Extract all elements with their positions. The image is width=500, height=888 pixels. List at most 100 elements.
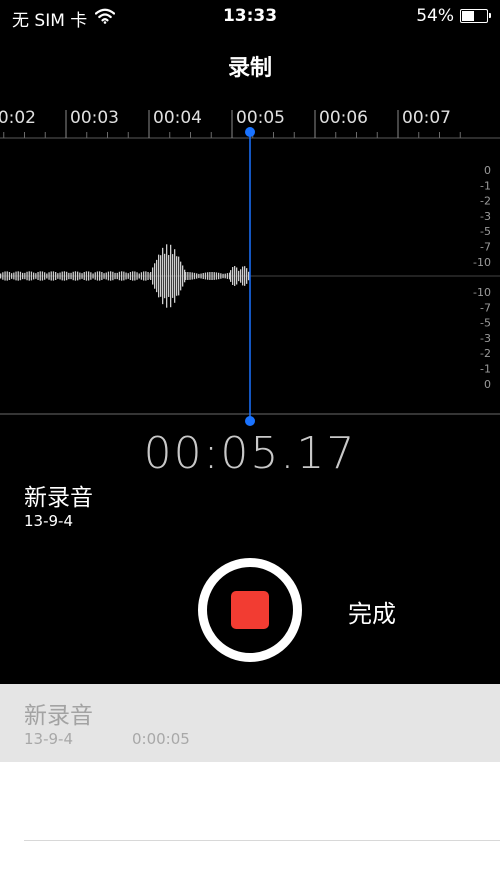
list-item-name: 新录音 bbox=[24, 703, 93, 729]
waveform-bar bbox=[185, 272, 187, 280]
waveform-bar bbox=[57, 273, 59, 279]
waveform-bar bbox=[140, 272, 143, 280]
waveform-bar bbox=[209, 272, 211, 280]
status-bar: 无 SIM 卡 13:33 54% bbox=[0, 0, 500, 34]
waveform-bar bbox=[152, 267, 154, 285]
waveform-bar bbox=[63, 271, 66, 281]
level-scale-label: 0 bbox=[484, 164, 491, 177]
waveform-bar bbox=[246, 268, 248, 284]
timeline-tick-label: 00:04 bbox=[153, 108, 202, 128]
waveform-bar bbox=[230, 270, 232, 282]
waveform-bar bbox=[61, 271, 63, 281]
waveform-bar bbox=[81, 273, 83, 279]
waveform-bar bbox=[232, 267, 234, 285]
waveform-bar bbox=[156, 259, 158, 293]
waveform-bar bbox=[118, 271, 121, 281]
waveform-bar bbox=[99, 271, 101, 281]
timeline-labels: 00:02 00:03 00:04 00:05 00:06 00:07 bbox=[0, 108, 451, 128]
waveform-bar bbox=[123, 271, 125, 281]
waveform-bar bbox=[37, 272, 39, 280]
waveform-bar bbox=[125, 272, 127, 280]
recordings-list: 新录音 13-9-4 0:00:05 bbox=[0, 684, 500, 888]
waveform-bar bbox=[33, 272, 35, 280]
waveform-bar bbox=[168, 255, 170, 297]
waveform-bar bbox=[30, 271, 33, 281]
page-title: 录制 bbox=[227, 56, 272, 81]
waveform-bar bbox=[180, 261, 182, 291]
waveform-bar bbox=[96, 271, 99, 281]
waveform-bar bbox=[83, 272, 85, 280]
playhead-top-handle[interactable] bbox=[245, 127, 255, 137]
waveform-bar bbox=[187, 272, 189, 280]
battery-level-fill bbox=[462, 11, 474, 21]
waveform-bar bbox=[129, 272, 132, 280]
list-item[interactable]: 新录音 13-9-4 0:00:05 bbox=[0, 684, 500, 762]
waveform-bar bbox=[103, 273, 105, 279]
waveform-bar bbox=[59, 272, 61, 280]
battery-group: 54% bbox=[416, 6, 491, 26]
timeline-tick-label: 00:03 bbox=[70, 108, 119, 128]
timeline-tick-label: 00:06 bbox=[319, 108, 368, 128]
waveform-bar bbox=[244, 266, 246, 286]
timeline-tick-label: 00:02 bbox=[0, 108, 36, 128]
waveform-bar bbox=[193, 272, 196, 280]
level-scale-label: -10 bbox=[473, 286, 491, 299]
waveform-bar bbox=[218, 272, 220, 280]
waveform-bar bbox=[2, 272, 4, 280]
waveform-bar bbox=[105, 272, 107, 280]
waveform-bar bbox=[17, 271, 19, 281]
waveform-bar bbox=[191, 272, 193, 280]
waveform-bar bbox=[110, 271, 112, 281]
waveform-bar bbox=[200, 273, 202, 279]
waveform-bar bbox=[116, 272, 118, 280]
waveform-bar bbox=[160, 255, 162, 297]
waveform-bar bbox=[147, 272, 149, 280]
level-scale-label: -5 bbox=[480, 225, 491, 238]
waveform-bar bbox=[39, 271, 41, 281]
waveform-bar bbox=[162, 247, 164, 305]
waveform-bar bbox=[50, 271, 52, 281]
done-button[interactable]: 完成 bbox=[348, 594, 396, 629]
waveform-bar bbox=[164, 253, 166, 299]
waveform-bar bbox=[15, 271, 17, 281]
waveform-bar bbox=[4, 271, 6, 281]
recording-title[interactable]: 新录音 bbox=[24, 478, 93, 512]
waveform-bar bbox=[170, 244, 172, 308]
level-scale-label: -5 bbox=[480, 317, 491, 330]
stop-icon bbox=[231, 591, 269, 629]
level-scale-label: 0 bbox=[484, 378, 491, 391]
waveform-bar bbox=[66, 271, 68, 281]
level-scale: 0-1-2-3-5-7-10-10-7-5-3-2-10 bbox=[473, 164, 491, 391]
list-item-duration: 0:00:05 bbox=[132, 730, 190, 748]
waveform-bar bbox=[90, 272, 92, 280]
waveform-bar bbox=[196, 273, 198, 279]
battery-icon bbox=[460, 9, 491, 23]
waveform-bar bbox=[182, 265, 184, 287]
waveform-bar bbox=[242, 266, 244, 286]
waveform-bar bbox=[215, 272, 218, 280]
battery-percent: 54% bbox=[416, 6, 454, 26]
waveform-bar bbox=[145, 271, 147, 281]
waveform-bar bbox=[94, 272, 96, 280]
waveform-bar bbox=[150, 272, 152, 280]
waveform-bar bbox=[202, 273, 204, 279]
timeline-tick-label: 00:07 bbox=[402, 108, 451, 128]
level-scale-label: -1 bbox=[480, 179, 491, 192]
waveform-bar bbox=[226, 273, 229, 279]
waveform-bar bbox=[85, 271, 88, 281]
waveform-panel[interactable]: 00:02 00:03 00:04 00:05 00:06 00:07 0 -1 -2 -3 -5… bbox=[0, 96, 500, 426]
voice-memos-screen: 无 SIM 卡 13:33 54% 录制 0:02 00:03 00:04 00… bbox=[0, 0, 500, 888]
waveform-bar bbox=[74, 271, 77, 281]
waveform-bar bbox=[114, 272, 116, 280]
waveform-bar bbox=[24, 272, 26, 280]
stop-record-button[interactable] bbox=[198, 558, 302, 662]
waveform-bar bbox=[28, 271, 30, 281]
playhead-bottom-handle[interactable] bbox=[245, 416, 255, 426]
waveform-bar bbox=[224, 273, 226, 279]
waveform-bar bbox=[22, 272, 24, 280]
waveform-bar bbox=[121, 271, 123, 281]
waveform-bar bbox=[46, 273, 48, 279]
elapsed-time: 00:05.17 bbox=[143, 428, 357, 479]
waveform-bar bbox=[174, 249, 176, 303]
waveform-bar bbox=[6, 271, 8, 281]
